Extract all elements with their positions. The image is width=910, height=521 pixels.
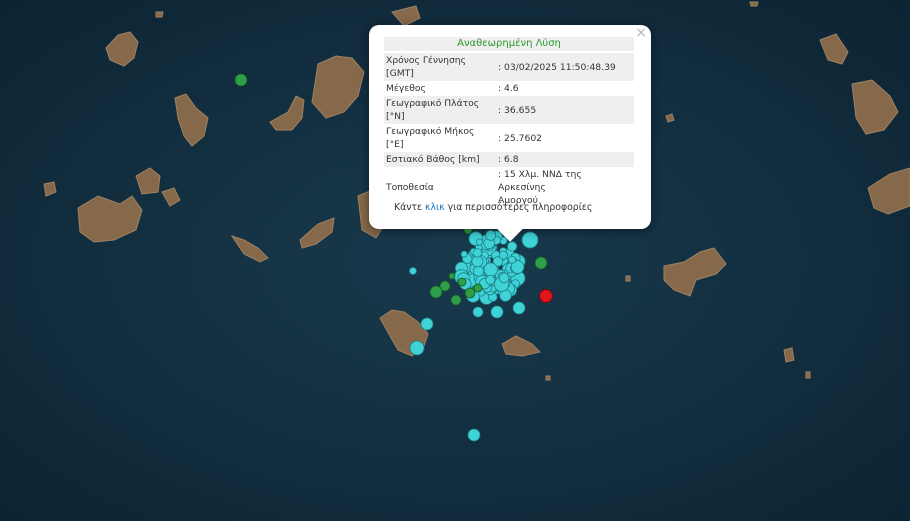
island-islet-3 xyxy=(749,1,759,7)
earthquake-marker[interactable] xyxy=(450,294,462,306)
island-islet-1 xyxy=(625,275,631,282)
earthquake-marker[interactable] xyxy=(485,274,496,285)
row-depth: Εστιακό Βάθος [km] : 6.8 xyxy=(384,152,634,167)
earthquake-marker[interactable] xyxy=(472,248,483,258)
earthquake-marker[interactable] xyxy=(506,241,518,252)
earthquake-info-popup: × Αναθεωρημένη Λύση Χρόνος Γέννησης [GMT]… xyxy=(369,25,651,242)
island-serifos-small xyxy=(155,11,164,18)
earthquake-marker[interactable] xyxy=(420,317,434,331)
longitude-value: : 25.7602 xyxy=(498,132,543,144)
island-islet-2 xyxy=(665,113,675,123)
earthquake-marker[interactable] xyxy=(498,250,508,260)
row-magnitude: Μέγεθος : 4.6 xyxy=(384,81,634,96)
earthquake-marker[interactable] xyxy=(457,277,467,287)
row-origin-time: Χρόνος Γέννησης [GMT] : 03/02/2025 11:50:… xyxy=(384,53,634,81)
earthquake-marker[interactable] xyxy=(475,238,483,246)
earthquake-marker[interactable] xyxy=(534,256,548,270)
selected-earthquake-marker[interactable] xyxy=(539,289,553,303)
more-info-text: Κάντε κλικ για περισσότερες πληροφορίες xyxy=(394,202,593,213)
earthquake-details-table: Χρόνος Γέννησης [GMT] : 03/02/2025 11:50:… xyxy=(384,53,634,208)
island-syrna xyxy=(783,347,795,363)
earthquake-marker[interactable] xyxy=(472,265,485,277)
longitude-label: Γεωγραφικό Μήκος [°E] xyxy=(386,126,475,150)
island-islet-5 xyxy=(805,371,811,379)
latitude-value: : 36.655 xyxy=(496,96,634,124)
depth-label: Εστιακό Βάθος [km] xyxy=(384,152,496,167)
earthquake-marker[interactable] xyxy=(512,301,526,315)
earthquake-marker[interactable] xyxy=(498,272,510,284)
depth-value: : 6.8 xyxy=(496,152,634,167)
origin-time-label: Χρόνος Γέννησης [GMT] xyxy=(384,53,496,81)
latitude-label: Γεωγραφικό Πλάτος [°N] xyxy=(384,96,496,124)
magnitude-value: : 4.6 xyxy=(498,83,519,94)
earthquake-marker[interactable] xyxy=(483,262,499,277)
earthquake-marker[interactable] xyxy=(472,306,484,318)
origin-time-value: : 03/02/2025 11:50:48.39 xyxy=(496,53,634,81)
earthquake-marker[interactable] xyxy=(409,267,417,275)
close-icon[interactable]: × xyxy=(635,26,647,40)
magnitude-label: Μέγεθος xyxy=(386,83,426,94)
earthquake-marker[interactable] xyxy=(485,229,497,241)
earthquake-marker[interactable] xyxy=(490,305,504,319)
earthquake-marker[interactable] xyxy=(467,428,481,442)
row-longitude: Γεωγραφικό Μήκος [°E] : 25.7602 xyxy=(384,124,634,152)
earthquake-marker[interactable] xyxy=(234,73,248,87)
earthquake-marker[interactable] xyxy=(464,287,476,299)
earthquake-marker[interactable] xyxy=(473,283,483,293)
earthquake-marker[interactable] xyxy=(439,280,451,292)
island-islet-4 xyxy=(545,375,551,381)
earthquake-marker[interactable] xyxy=(448,272,456,280)
row-latitude: Γεωγραφικό Πλάτος [°N] : 36.655 xyxy=(384,96,634,124)
more-info-link[interactable]: κλικ xyxy=(425,202,445,213)
earthquake-marker[interactable] xyxy=(409,340,425,356)
popup-title: Αναθεωρημένη Λύση xyxy=(384,37,634,51)
earthquake-marker[interactable] xyxy=(460,250,468,258)
earthquake-marker[interactable] xyxy=(507,255,516,264)
earthquake-marker[interactable] xyxy=(521,231,539,249)
